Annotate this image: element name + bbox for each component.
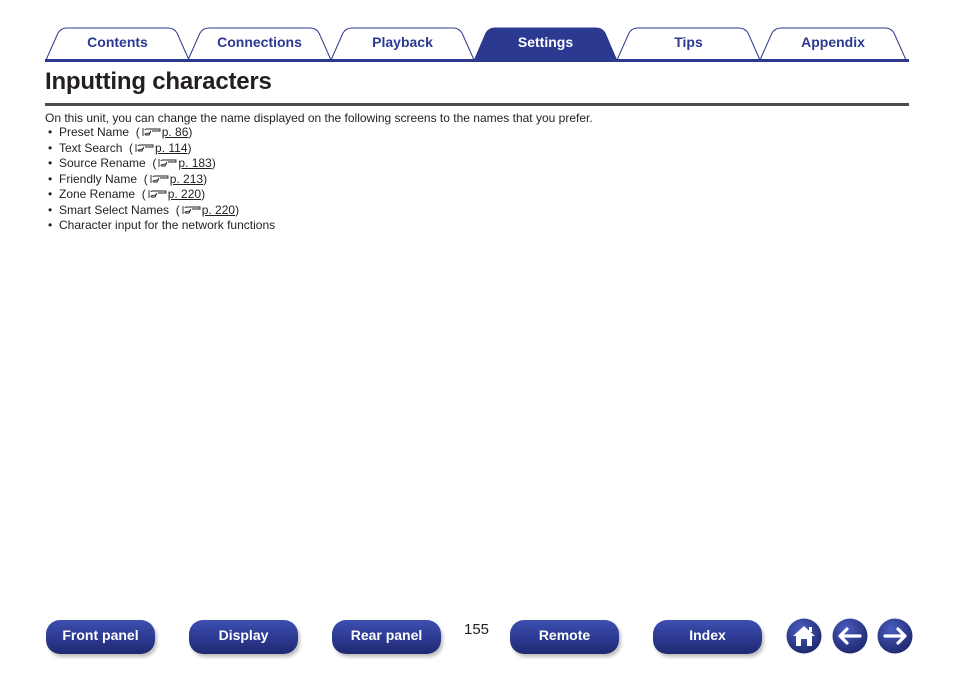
tab-bar: Contents Connections Playback Settings T… [45,27,909,63]
page-link[interactable]: p. 183 [178,156,211,170]
arrow-right-icon [877,618,913,654]
page-link[interactable]: p. 220 [168,187,201,201]
item-text: Source Rename [59,156,146,170]
home-icon [786,618,822,654]
rear-panel-button[interactable]: Rear panel [332,620,441,654]
pointing-hand-icon [142,128,161,136]
page-link[interactable]: p. 213 [170,172,203,186]
item-text: Friendly Name [59,171,138,186]
list-item: • Source Rename ( p. 183) [45,156,275,172]
bullet: • [48,125,53,139]
list-item: • Character input for the network functio… [45,218,275,234]
tab-playback[interactable]: Playback [330,27,475,61]
bullet: • [48,140,53,155]
ref-close-paren: ) [235,202,240,217]
page-reference: ( p. 183) [146,156,216,170]
tab-appendix[interactable]: Appendix [759,27,907,61]
item-text: Character input for the network function… [59,218,276,232]
list-item: • Friendly Name ( p. 213) [45,172,275,188]
display-button[interactable]: Display [189,620,298,654]
page-link[interactable]: p. 86 [162,125,189,139]
tab-label: Tips [674,34,703,50]
back-button[interactable] [832,618,868,654]
index-button[interactable]: Index [653,620,762,654]
ref-open-paren: ( [143,171,148,186]
ref-open-paren: ( [152,156,157,170]
ref-close-paren: ) [211,156,216,170]
page-title: Inputting characters [45,68,272,95]
home-button[interactable] [786,618,822,654]
pointing-hand-icon [158,159,177,167]
list-item: • Smart Select Names ( p. 220) [45,203,275,219]
forward-button[interactable] [877,618,913,654]
page-reference: ( p. 220) [169,203,239,217]
item-text: Smart Select Names [59,202,170,217]
list-item: • Preset Name ( p. 86) [45,125,275,141]
tab-label: Playback [372,34,433,50]
ref-close-paren: ) [188,125,193,139]
page-number: 155 [464,621,490,638]
page-link[interactable]: p. 114 [155,141,187,155]
screen-list: • Preset Name (p. 86) • Text Search (p. 114… [45,125,275,234]
tab-contents[interactable]: Contents [45,27,190,61]
ref-open-paren: ( [175,202,180,217]
list-item: • Zone Rename ( p. 220) [45,187,275,203]
item-text: Preset Name [59,125,130,139]
bullet: • [48,218,53,232]
tab-settings[interactable]: Settings [473,27,618,61]
page-reference: ( p. 86) [129,125,193,139]
tab-label: Connections [217,34,302,50]
tab-label: Appendix [801,34,865,50]
tab-tips[interactable]: Tips [616,27,761,61]
ref-close-paren: ) [203,171,208,186]
bullet: • [48,187,53,201]
pointing-hand-icon [135,143,154,152]
bullet: • [48,202,53,217]
arrow-left-icon [832,618,868,654]
pointing-hand-icon [150,174,169,183]
ref-open-paren: ( [129,140,134,155]
page-reference: ( p. 220) [135,187,205,201]
bullet: • [48,156,53,170]
tab-connections[interactable]: Connections [187,27,332,61]
pointing-hand-icon [148,190,167,198]
ref-open-paren: ( [135,125,140,139]
ref-open-paren: ( [141,187,146,201]
tab-label: Settings [517,34,574,50]
remote-button[interactable]: Remote [510,620,619,654]
page-reference: ( p. 114) [122,141,191,155]
ref-close-paren: ) [201,187,206,201]
page-link[interactable]: p. 220 [202,203,235,217]
ref-close-paren: ) [187,140,192,155]
page-reference: ( p. 213) [137,172,207,186]
front-panel-button[interactable]: Front panel [46,620,155,654]
bullet: • [48,171,53,186]
tab-baseline [45,59,909,62]
list-item: • Text Search ( p. 114) [45,141,275,157]
tab-label: Contents [87,34,148,50]
pointing-hand-icon [182,205,201,214]
item-text: Zone Rename [59,187,136,201]
item-text: Text Search [59,140,123,155]
title-divider [45,103,909,106]
intro-text: On this unit, you can change the name di… [45,111,593,125]
